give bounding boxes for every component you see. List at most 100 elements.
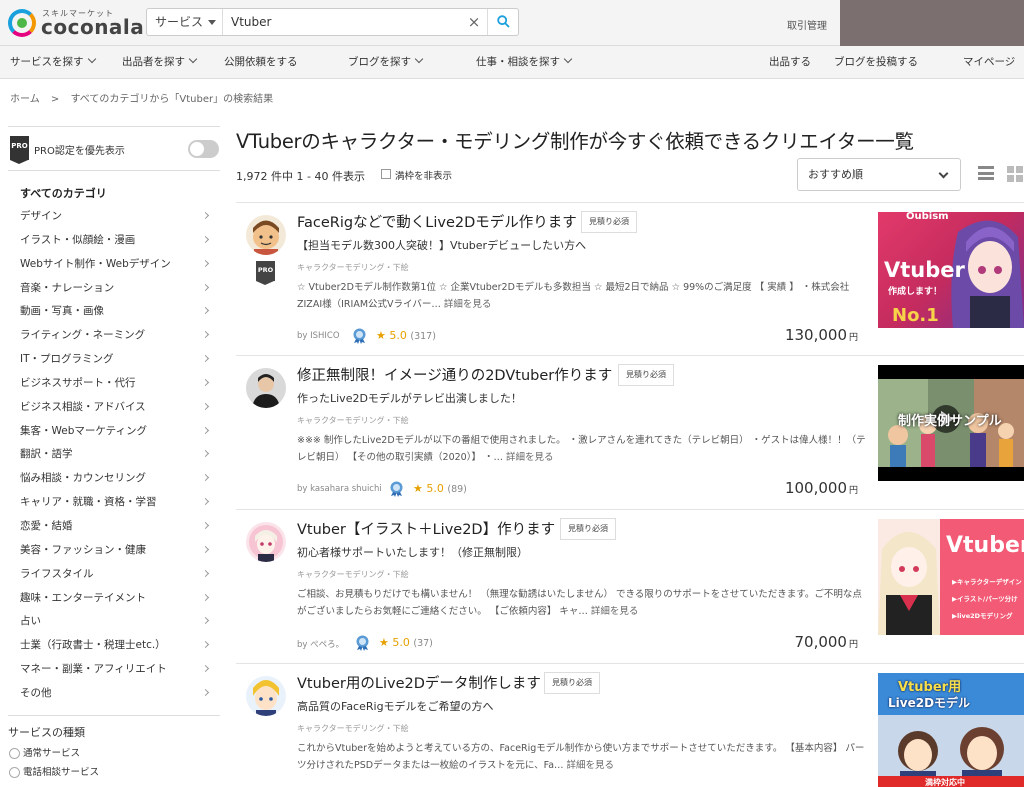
listing-category[interactable]: キャラクターモデリング・下絵 (297, 415, 409, 426)
seller-avatar[interactable] (246, 215, 286, 255)
category-item[interactable]: 集客・Webマーケティング (20, 420, 210, 444)
service-type-phone[interactable]: 電話相談サービス (8, 763, 220, 782)
seller-name[interactable]: by kasahara shuichi (297, 484, 382, 494)
thumbnail-subheading: Live2Dモデル (888, 696, 971, 710)
nav-sell[interactable]: 出品する (769, 46, 811, 79)
description-text: ※※※ 制作したLive2Dモデルが以下の番組で使用されました。 ・激レアさんを… (297, 435, 866, 463)
radio-button[interactable] (9, 767, 20, 778)
rating: ★ 5.0 (89) (413, 482, 467, 495)
nav-find-jobs[interactable]: 仕事・相談を探す (476, 46, 573, 79)
listing-thumbnail[interactable]: 制作実例サンプル (878, 365, 1024, 481)
listing-category[interactable]: キャラクターモデリング・下絵 (297, 569, 409, 580)
category-item[interactable]: マネー・副業・アフィリエイト (20, 658, 210, 682)
category-label: キャリア・就職・資格・学習 (20, 496, 157, 509)
deal-management-link[interactable]: 取引管理 (787, 17, 827, 32)
thumbnail-caption: 制作実例サンプル (898, 414, 1002, 429)
category-item[interactable]: 音楽・ナレーション (20, 277, 210, 301)
nav-find-sellers[interactable]: 出品者を探す (122, 46, 198, 79)
hide-full-checkbox[interactable]: 満枠を非表示 (381, 168, 452, 182)
pro-priority-label: PRO認定を優先表示 (34, 146, 125, 157)
coconala-logo[interactable]: スキルマーケット coconala (8, 7, 144, 39)
listing-title[interactable]: FaceRigなどで動くLive2Dモデル作ります (297, 211, 577, 232)
search-category-label: サービス (155, 15, 204, 29)
nav-label: 公開依頼をする (224, 56, 298, 68)
details-link[interactable]: 詳細を見る (591, 606, 639, 617)
category-item[interactable]: 動画・写真・画像 (20, 300, 210, 324)
category-item[interactable]: デザイン (20, 205, 210, 229)
user-account-area[interactable] (840, 0, 1024, 46)
category-item[interactable]: イラスト・似顔絵・漫画 (20, 229, 210, 253)
service-type-normal[interactable]: 通常サービス (8, 744, 220, 763)
nav-post-blog[interactable]: ブログを投稿する (834, 46, 918, 79)
nav-find-blogs[interactable]: ブログを探す (348, 46, 424, 79)
category-item[interactable]: その他 (20, 682, 210, 706)
category-item[interactable]: IT・プログラミング (20, 348, 210, 372)
page: { "header": { "logo_tagline": "スキルマーケット"… (0, 0, 1024, 787)
listing-thumbnail[interactable]: Oubism Vtuber 作成します！ No.1 (878, 212, 1024, 328)
seller-name[interactable]: by ぺペろ。 (297, 638, 344, 650)
sort-value: おすすめ順 (808, 168, 863, 181)
service-listing[interactable]: Vtuber【イラスト＋Live2D】作ります 見積り必須 初心者様サポートいた… (236, 509, 1024, 663)
search-button[interactable] (487, 9, 519, 35)
estimate-required-badge: 見積り必須 (618, 364, 674, 386)
category-item[interactable]: Webサイト制作・Webデザイン (20, 253, 210, 277)
listing-category[interactable]: キャラクターモデリング・下絵 (297, 723, 409, 734)
category-item[interactable]: ビジネス相談・アドバイス (20, 396, 210, 420)
nav-find-services[interactable]: サービスを探す (10, 46, 96, 79)
radio-button[interactable] (9, 748, 20, 759)
sort-select[interactable]: おすすめ順 (797, 158, 961, 191)
category-item[interactable]: 士業（行政書士・税理士etc.） (20, 634, 210, 658)
thumbnail-caption: 作成します！ (888, 287, 943, 297)
service-listing[interactable]: Vtuber用のLive2Dデータ制作します 見積り必須 高品質のFaceRig… (236, 663, 1024, 787)
category-title[interactable]: すべてのカテゴリ (20, 185, 107, 201)
seller-name[interactable]: by ISHICO (297, 331, 340, 341)
details-link[interactable]: 詳細を見る (444, 299, 492, 310)
category-item[interactable]: ビジネスサポート・代行 (20, 372, 210, 396)
nav-public-request[interactable]: 公開依頼をする (224, 46, 298, 79)
list-view-icon[interactable] (978, 166, 994, 180)
seller-avatar[interactable] (246, 676, 286, 716)
listing-title[interactable]: Vtuber【イラスト＋Live2D】作ります (297, 518, 555, 539)
seller-avatar[interactable] (246, 368, 286, 408)
thumbnail-heading: Vtuber (946, 533, 1024, 558)
details-link[interactable]: 詳細を見る (506, 452, 554, 463)
category-label: Webサイト制作・Webデザイン (20, 257, 171, 270)
details-link[interactable]: 詳細を見る (567, 760, 615, 771)
category-item[interactable]: ライティング・ネーミング (20, 324, 210, 348)
grid-cell (1007, 166, 1014, 173)
listing-title[interactable]: 修正無制限！イメージ通りの2DVtuber作ります (297, 364, 612, 385)
clear-icon[interactable]: × (465, 9, 483, 35)
listing-thumbnail[interactable]: Vtuber ▶キャラクターデザイン ▶イラスト/パーツ分け ▶live2Dモデ… (878, 519, 1024, 635)
search-category-select[interactable]: サービス (147, 9, 223, 35)
category-label: 動画・写真・画像 (20, 305, 104, 318)
search-input[interactable] (231, 9, 461, 35)
pro-priority-toggle[interactable] (188, 140, 219, 158)
seller-avatar[interactable] (246, 522, 286, 562)
breadcrumb-home[interactable]: ホーム (10, 94, 40, 105)
list-line (978, 177, 994, 180)
chevron-right-icon (201, 593, 210, 601)
category-label: 恋愛・結婚 (20, 519, 73, 532)
listing-description: ※※※ 制作したLive2Dモデルが以下の番組で使用されました。 ・激レアさんを… (297, 432, 869, 466)
listing-title[interactable]: Vtuber用のLive2Dデータ制作します (297, 672, 541, 693)
listing-category[interactable]: キャラクターモデリング・下絵 (297, 262, 409, 273)
category-item[interactable]: 恋愛・結婚 (20, 515, 210, 539)
category-item[interactable]: 占い (20, 610, 210, 634)
category-item[interactable]: キャリア・就職・資格・学習 (20, 491, 210, 515)
category-item[interactable]: 悩み相談・カウンセリング (20, 467, 210, 491)
thumbnail-feature: ▶キャラクターデザイン (952, 578, 1022, 586)
listing-thumbnail[interactable]: Vtuber用 Live2Dモデル 満枠対応中 (878, 673, 1024, 787)
category-item[interactable]: ライフスタイル (20, 563, 210, 587)
result-count: 1,972 件中 1 - 40 件表示 (236, 170, 365, 183)
checkbox[interactable] (381, 169, 391, 179)
nav-mypage[interactable]: マイページ (963, 46, 1015, 79)
category-item[interactable]: 翻訳・語学 (20, 443, 210, 467)
category-item[interactable]: 美容・ファッション・健康 (20, 539, 210, 563)
service-listing[interactable]: PRO FaceRigなどで動くLive2Dモデル作ります 見積り必須 【担当モ… (236, 202, 1024, 355)
service-listing[interactable]: 修正無制限！イメージ通りの2DVtuber作ります 見積り必須 作ったLive2… (236, 355, 1024, 509)
category-item[interactable]: 趣味・エンターテイメント (20, 587, 210, 611)
grid-view-icon[interactable] (1007, 166, 1023, 182)
listing-description: ☆ Vtuber2Dモデル制作数第1位 ☆ 企業Vtuber2Dモデルも多数担当… (297, 279, 869, 313)
breadcrumb: ホーム > すべてのカテゴリから「Vtuber」の検索結果 (10, 90, 281, 105)
grid-cell (1007, 175, 1014, 182)
